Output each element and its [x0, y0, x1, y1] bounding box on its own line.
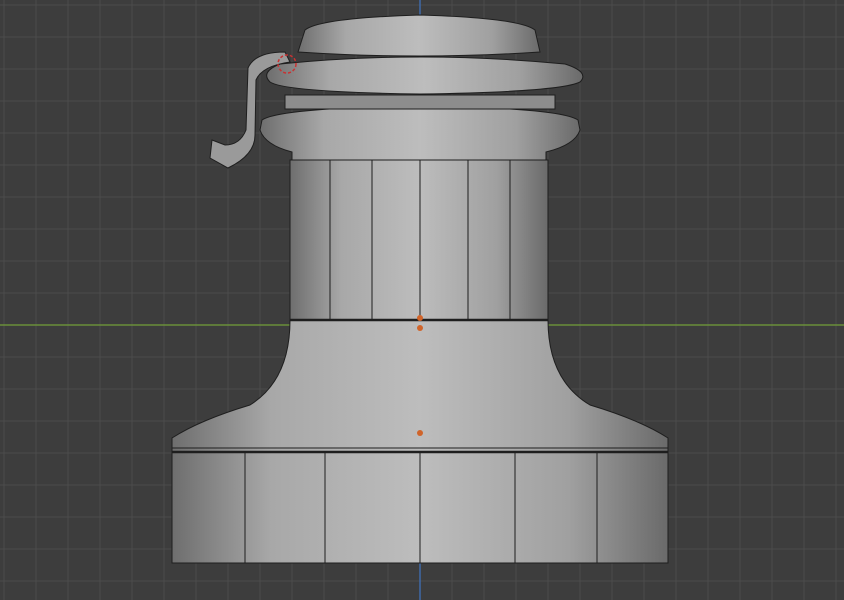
origin-point [417, 315, 423, 321]
origin-point [417, 325, 423, 331]
winch-mesh[interactable] [171, 14, 669, 564]
viewport-canvas[interactable] [0, 0, 844, 600]
winch-drum[interactable] [289, 159, 549, 321]
top-cap[interactable] [297, 14, 541, 57]
winch-flare[interactable] [171, 319, 669, 449]
upper-ring[interactable] [266, 56, 584, 95]
lower-ring[interactable] [259, 105, 581, 161]
3d-viewport[interactable] [0, 0, 844, 600]
origin-point [417, 430, 423, 436]
gear-band [284, 94, 556, 110]
